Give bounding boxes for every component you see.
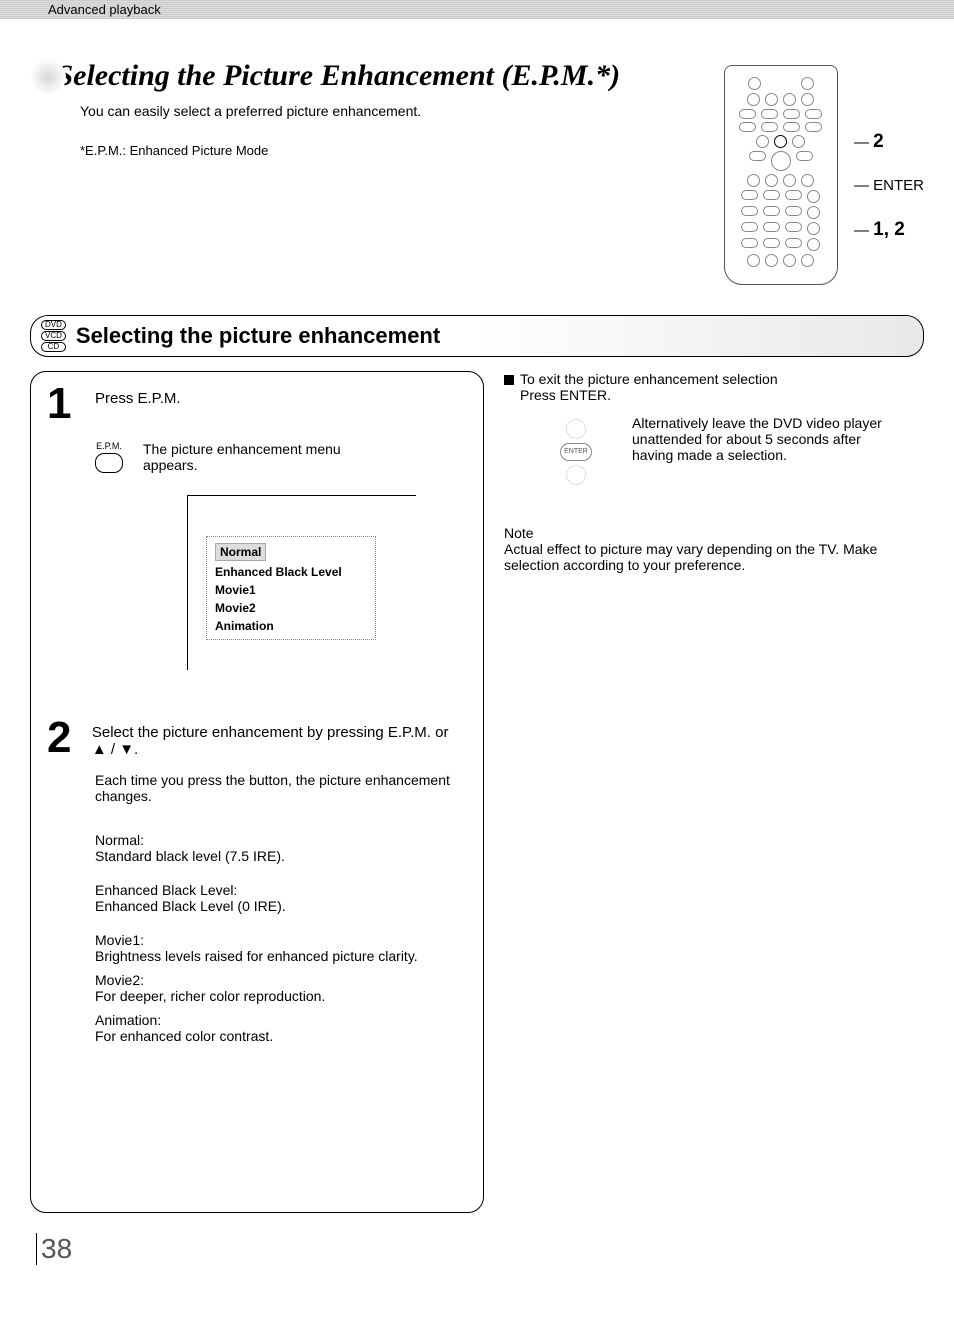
step-2-instruction: Select the picture enhancement by pressi… xyxy=(92,720,467,758)
mode-movie1-desc: Brightness levels raised for enhanced pi… xyxy=(95,948,467,964)
exit-heading: To exit the picture enhancement selectio… xyxy=(520,371,778,387)
mode-animation-title: Animation: xyxy=(95,1012,467,1028)
page-title: Selecting the Picture Enhancement (E.P.M… xyxy=(56,59,620,92)
bullet-square-icon xyxy=(504,375,514,385)
alternative-text: Alternatively leave the DVD video player… xyxy=(632,415,892,463)
mode-normal-desc: Standard black level (7.5 IRE). xyxy=(95,848,467,864)
title-ornament-icon xyxy=(30,59,66,95)
note-text: Actual effect to picture may vary depend… xyxy=(504,541,924,573)
epm-button-icon: E.P.M. xyxy=(95,441,123,475)
mode-ebl-title: Enhanced Black Level: xyxy=(95,882,467,898)
menu-option-normal: Normal xyxy=(215,543,266,561)
dpad-diagram: ENTER xyxy=(534,415,614,485)
mode-animation-desc: For enhanced color contrast. xyxy=(95,1028,467,1044)
note-heading: Note xyxy=(504,525,924,541)
mode-normal-title: Normal: xyxy=(95,832,467,848)
menu-option-enhanced-black: Enhanced Black Level xyxy=(211,563,371,581)
menu-option-movie1: Movie1 xyxy=(211,581,371,599)
remote-callouts: — 2 — ENTER — 1, 2 xyxy=(838,59,924,255)
epm-menu: Normal Enhanced Black Level Movie1 Movie… xyxy=(206,536,376,640)
enter-button-icon: ENTER xyxy=(560,443,592,461)
remote-control-diagram xyxy=(724,65,838,285)
mode-movie2-desc: For deeper, richer color reproduction. xyxy=(95,988,467,1004)
disc-type-badge: DVD VCD CD xyxy=(41,319,66,353)
callout-enter: ENTER xyxy=(873,177,924,194)
breadcrumb-text: Advanced playback xyxy=(48,2,161,17)
right-column: To exit the picture enhancement selectio… xyxy=(504,371,924,1213)
menu-option-animation: Animation xyxy=(211,617,371,635)
header-breadcrumb: Advanced playback xyxy=(0,0,954,19)
mode-descriptions: Normal: Standard black level (7.5 IRE). … xyxy=(95,832,467,1044)
step-2-desc: Each time you press the button, the pict… xyxy=(95,772,467,804)
intro-text: You can easily select a preferred pictur… xyxy=(80,103,724,119)
step-1-instruction: Press E.P.M. xyxy=(95,386,181,407)
screen-illustration: Normal Enhanced Black Level Movie1 Movie… xyxy=(187,495,416,670)
mode-movie2-title: Movie2: xyxy=(95,972,467,988)
callout-1-2: 1, 2 xyxy=(873,219,905,240)
callout-2: 2 xyxy=(873,131,884,152)
mode-movie1-title: Movie1: xyxy=(95,932,467,948)
epm-footnote: *E.P.M.: Enhanced Picture Mode xyxy=(80,143,724,158)
page-number: 38 xyxy=(36,1233,924,1265)
step-2-number: 2 xyxy=(47,720,84,755)
menu-option-movie2: Movie2 xyxy=(211,599,371,617)
step-1-subtext: The picture enhancement menu appears. xyxy=(143,441,363,475)
step-1-number: 1 xyxy=(47,386,87,421)
mode-ebl-desc: Enhanced Black Level (0 IRE). xyxy=(95,898,467,914)
section-header: DVD VCD CD Selecting the picture enhance… xyxy=(30,315,924,357)
steps-panel: 1 Press E.P.M. E.P.M. The picture enhanc… xyxy=(30,371,484,1213)
exit-instruction: Press ENTER. xyxy=(520,387,778,403)
section-title: Selecting the picture enhancement xyxy=(76,323,440,349)
